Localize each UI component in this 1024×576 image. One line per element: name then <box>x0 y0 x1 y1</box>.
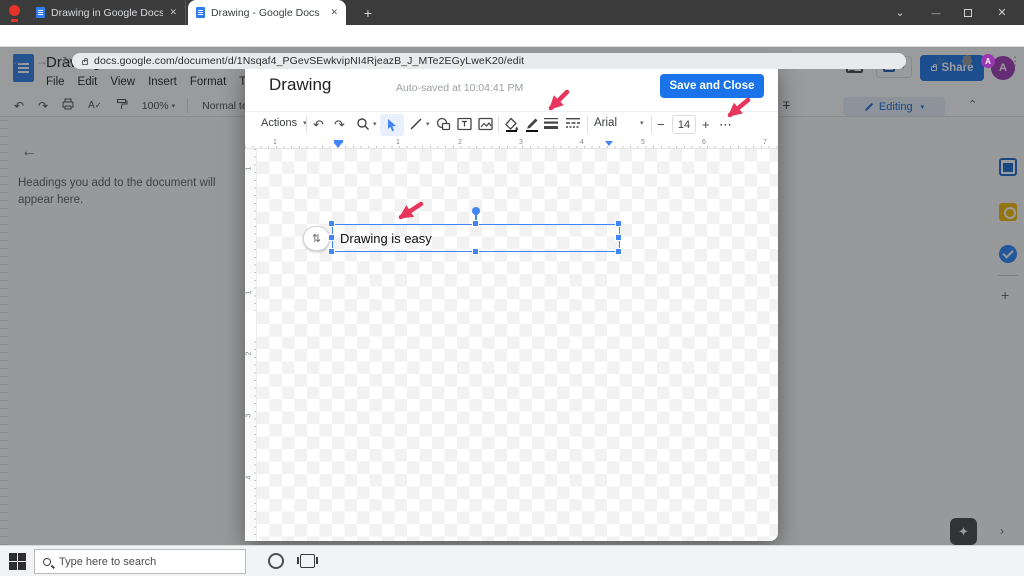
ruler-number: 1 <box>273 139 277 146</box>
forward-icon[interactable]: → <box>30 50 54 72</box>
ruler-number: 6 <box>702 139 706 146</box>
taskbar-search-box[interactable]: Type here to search <box>34 549 246 574</box>
divider <box>306 116 307 134</box>
screen: Drawing in Google Docs - Googl ✕ Drawing… <box>0 0 1024 576</box>
font-family-value: Arial <box>594 117 618 129</box>
line-tool-icon[interactable]: ▾ <box>409 117 430 131</box>
fill-color-tool-icon[interactable] <box>504 117 519 132</box>
https-lock-icon <box>82 57 88 65</box>
decrease-font-size-button[interactable]: − <box>657 117 665 132</box>
window-minimize-button[interactable]: — <box>920 0 952 25</box>
vertical-align-button[interactable]: ⇅ <box>303 226 330 251</box>
ruler-number: 2 <box>245 351 253 356</box>
ruler-number: 2 <box>458 139 462 146</box>
border-dash-tool-icon[interactable] <box>565 117 581 129</box>
resize-handle-n[interactable] <box>472 220 479 227</box>
chevron-down-icon: ▾ <box>373 121 377 128</box>
window-maximize-button[interactable] <box>952 0 984 25</box>
cortana-icon[interactable] <box>268 553 284 569</box>
autosave-status: Auto-saved at 10:04:41 PM <box>396 82 524 94</box>
back-icon[interactable]: ← <box>6 50 30 72</box>
drawing-canvas[interactable] <box>257 149 778 541</box>
maximize-icon <box>964 8 972 17</box>
resize-handle-w[interactable] <box>328 234 335 241</box>
resize-handle-e[interactable] <box>615 234 622 241</box>
resize-handle-sw[interactable] <box>328 248 335 255</box>
resize-handle-ne[interactable] <box>615 220 622 227</box>
browser-tabstrip: Drawing in Google Docs - Googl ✕ Drawing… <box>0 0 1024 25</box>
recording-indicator-dash <box>11 19 18 22</box>
horizontal-ruler <box>245 139 778 149</box>
tab-title: Drawing in Google Docs - Googl <box>51 6 164 19</box>
browser-profile-avatar[interactable]: A <box>981 54 995 68</box>
task-view-icon[interactable] <box>297 554 318 568</box>
divider <box>498 116 499 134</box>
tab-title: Drawing - Google Docs <box>211 6 320 19</box>
tab-close-icon[interactable]: ✕ <box>330 7 338 18</box>
border-weight-tool-icon[interactable] <box>543 117 559 129</box>
search-icon <box>43 557 51 566</box>
url-text: docs.google.com/document/d/1Nsqaf4_PGevS… <box>94 55 525 67</box>
tab-close-icon[interactable]: ✕ <box>169 7 177 18</box>
browser-tab-inactive[interactable]: Drawing in Google Docs - Googl ✕ <box>28 0 186 25</box>
ruler-number: 4 <box>245 475 253 480</box>
divider <box>651 116 652 134</box>
increase-font-size-button[interactable]: + <box>702 117 710 132</box>
ruler-number: 3 <box>519 139 523 146</box>
docs-favicon-icon <box>36 7 45 18</box>
bookmark-star-icon[interactable]: ☆ <box>928 50 952 72</box>
window-close-button[interactable]: ✕ <box>986 0 1018 25</box>
ruler-number: 4 <box>580 139 584 146</box>
rotation-handle[interactable] <box>472 207 480 215</box>
windows-taskbar: Type here to search L M 48% 23°C Clear ∧… <box>0 545 1024 576</box>
search-placeholder: Type here to search <box>59 555 157 568</box>
shape-tool-icon[interactable] <box>436 117 451 131</box>
resize-handle-nw[interactable] <box>328 220 335 227</box>
ruler-number: 7 <box>763 139 767 146</box>
start-button[interactable] <box>9 553 26 570</box>
ruler-number: 1 <box>396 139 400 146</box>
save-and-close-button[interactable]: Save and Close <box>660 74 764 98</box>
ruler-number: 1 <box>245 290 253 295</box>
insert-image-tool-icon[interactable] <box>478 117 493 131</box>
select-tool-icon[interactable] <box>380 114 404 136</box>
arrow-to-border-weight <box>548 89 570 111</box>
chevron-down-icon: ▾ <box>640 120 644 127</box>
address-bar[interactable]: docs.google.com/document/d/1Nsqaf4_PGevS… <box>72 53 906 69</box>
browser-menu-kebab-icon[interactable]: ⋮ <box>1003 50 1024 72</box>
vertical-ruler: 1 1 2 3 4 <box>245 149 257 541</box>
actions-menu-button[interactable]: Actions ▾ <box>261 117 307 129</box>
more-options-button[interactable]: ⋯ <box>719 117 732 133</box>
ruler-number: 1 <box>245 166 253 171</box>
undo-icon[interactable]: ↶ <box>313 117 324 133</box>
redo-icon[interactable]: ↷ <box>334 117 345 133</box>
docs-favicon-icon <box>196 7 205 18</box>
divider <box>587 116 588 134</box>
browser-tab-active[interactable]: Drawing - Google Docs ✕ <box>188 0 346 25</box>
extensions-icon[interactable] <box>955 50 979 72</box>
browser-toolbar: ← → ↻ docs.google.com/document/d/1Nsqaf4… <box>0 25 1024 69</box>
border-color-tool-icon[interactable] <box>525 117 539 132</box>
chevron-down-icon: ▾ <box>426 121 430 128</box>
text-box-content: Drawing is easy <box>340 230 432 246</box>
drawing-dialog: Drawing Auto-saved at 10:04:41 PM Save a… <box>245 62 778 541</box>
ruler-highlight <box>245 311 256 339</box>
ruler-number: 5 <box>641 139 645 146</box>
new-tab-button[interactable]: + <box>358 3 378 23</box>
ruler-number: 3 <box>245 413 253 418</box>
window-menu-chevron-icon[interactable]: ⌄ <box>884 0 916 25</box>
resize-handle-se[interactable] <box>615 248 622 255</box>
zoom-tool-icon[interactable]: ▾ <box>356 117 377 131</box>
font-size-input[interactable]: 14 <box>672 115 696 134</box>
recording-indicator-icon <box>9 5 20 16</box>
dialog-title: Drawing <box>269 75 332 94</box>
font-family-select[interactable]: Arial ▾ <box>594 117 644 129</box>
text-box-tool-icon[interactable] <box>457 117 472 131</box>
resize-handle-s[interactable] <box>472 248 479 255</box>
actions-label: Actions <box>261 117 298 129</box>
